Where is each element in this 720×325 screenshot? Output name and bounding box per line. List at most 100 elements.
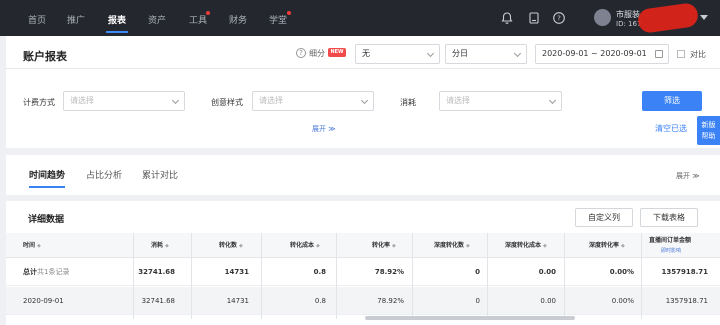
top-navigation-bar: 首页 推广 报表 资产 工具 财务 学堂 ? 市服装 ID: 167 <box>0 0 720 36</box>
clear-selection-link[interactable]: 清空已选 <box>655 123 687 134</box>
bell-icon[interactable] <box>500 11 514 25</box>
live-amount-subtitle: 即时影响 <box>661 248 682 254</box>
cell-deep-conversion-cost: 0.00 <box>538 268 556 276</box>
cell-conversion-rate: 78.92% <box>377 297 404 305</box>
nav-promotion[interactable]: 推广 <box>67 13 85 26</box>
page-title: 账户报表 <box>23 50 67 63</box>
cell-deep-conversions: 0 <box>475 297 480 305</box>
chevron-down-icon <box>171 96 180 105</box>
table-header-row: 时间 ◆ 消耗 ◆ 转化数 ◆ 转化成本 ◆ 转化率 ◆ 深度转化数 ◆ 深度转化成本 ◆ 深… <box>6 233 720 258</box>
detail-data-table: 时间 ◆ 消耗 ◆ 转化数 ◆ 转化成本 ◆ 转化率 ◆ 深度转化数 ◆ 深度转化成本 ◆ 深… <box>6 233 720 319</box>
horizontal-scrollbar[interactable] <box>365 316 575 320</box>
account-name: 市服装 <box>616 10 640 19</box>
spend-label: 消耗 <box>400 98 416 107</box>
column-header-conversion-rate[interactable]: 转化率 ◆ <box>372 233 396 257</box>
cell-conversion-rate: 78.92% <box>374 268 404 276</box>
chevron-down-icon <box>360 96 369 105</box>
nav-academy[interactable]: 学堂 <box>269 13 287 26</box>
segment-label: 细分 <box>309 49 325 58</box>
cell-spend: 32741.68 <box>141 297 175 305</box>
header-divider <box>6 68 720 69</box>
column-divider <box>412 233 413 319</box>
column-divider <box>261 233 262 319</box>
nav-assets[interactable]: 资产 <box>148 13 166 26</box>
cell-live-order-amount: 1357918.71 <box>665 297 708 305</box>
cell-deep-conversion-rate: 0.00% <box>609 268 634 276</box>
column-header-spend[interactable]: 消耗 ◆ <box>151 233 169 257</box>
column-divider <box>564 233 565 319</box>
filter-button[interactable]: 筛选 <box>642 91 702 111</box>
nav-reports[interactable]: 报表 <box>108 13 126 26</box>
tools-notification-dot <box>206 11 210 15</box>
help-icon[interactable]: ? <box>552 11 566 25</box>
floating-help-tab[interactable]: 新版 帮助 <box>697 116 720 145</box>
granularity-select-value: 分日 <box>452 49 468 58</box>
segment-select-value: 无 <box>362 49 370 58</box>
creative-label: 创意样式 <box>211 98 243 107</box>
chevron-down-icon <box>548 96 557 105</box>
detail-data-title: 详细数据 <box>28 215 65 225</box>
table-row: 2020-09-01 32741.68 14731 0.8 78.92% 0 0… <box>6 287 720 315</box>
compare-checkbox[interactable] <box>677 50 685 58</box>
question-icon[interactable]: ? <box>296 48 306 58</box>
chevron-down-icon <box>426 49 435 58</box>
date-range-picker[interactable]: 2020-09-01 ~ 2020-09-01 <box>535 44 669 64</box>
cell-time: 总计共1条记录 <box>23 268 70 276</box>
column-header-conversion-cost[interactable]: 转化成本 ◆ <box>290 233 320 257</box>
segment-select[interactable]: 无 <box>355 44 440 64</box>
floating-tab-line-1: 新版 <box>701 121 716 129</box>
floating-tab-line-2: 帮助 <box>701 132 716 140</box>
billing-select[interactable]: 请选择 <box>63 91 185 111</box>
cell-conversions: 14731 <box>226 297 249 305</box>
cell-deep-conversion-cost: 0.00 <box>540 297 556 305</box>
table-row-total: 总计共1条记录 32741.68 14731 0.8 78.92% 0 0.00… <box>6 258 720 286</box>
chevron-down-icon <box>513 49 522 58</box>
expand-chart-link[interactable]: 展开 ≫ <box>676 171 700 181</box>
cell-conversion-cost: 0.8 <box>314 297 326 305</box>
spend-select[interactable]: 请选择 <box>439 91 562 111</box>
cell-time: 2020-09-01 <box>23 297 64 305</box>
column-header-deep-conversion-rate[interactable]: 深度转化率 ◆ <box>589 233 625 257</box>
column-header-time[interactable]: 时间 ◆ <box>23 233 41 257</box>
column-divider <box>641 233 642 319</box>
redaction-scribble <box>636 1 700 35</box>
cell-conversions: 14731 <box>224 268 249 276</box>
section-separator <box>6 195 720 201</box>
column-header-conversions[interactable]: 转化数 ◆ <box>219 233 243 257</box>
creative-select[interactable]: 请选择 <box>252 91 374 111</box>
granularity-select[interactable]: 分日 <box>445 44 527 64</box>
cell-deep-conversion-rate: 0.00% <box>611 297 634 305</box>
new-badge: NEW <box>328 48 346 57</box>
nav-home[interactable]: 首页 <box>28 13 46 26</box>
tab-cumulative-compare[interactable]: 累计对比 <box>142 168 178 181</box>
column-header-deep-conversion-cost[interactable]: 深度转化成本 ◆ <box>505 233 547 257</box>
date-range-value: 2020-09-01 ~ 2020-09-01 <box>542 49 647 58</box>
column-divider <box>336 233 337 319</box>
column-header-deep-conversions[interactable]: 深度转化数 ◆ <box>434 233 470 257</box>
billing-label: 计费方式 <box>23 98 55 107</box>
download-table-button[interactable]: 下载表格 <box>640 208 698 227</box>
avatar[interactable] <box>594 9 611 26</box>
nav-finance[interactable]: 财务 <box>229 13 247 26</box>
tab-time-trend[interactable]: 时间趋势 <box>29 168 65 181</box>
custom-columns-button[interactable]: 自定义列 <box>575 208 633 227</box>
cell-deep-conversions: 0 <box>475 268 480 276</box>
column-header-live-order-amount[interactable]: 直播间订单金额 即时影响 <box>649 236 691 260</box>
calendar-icon <box>655 50 663 58</box>
nav-active-indicator <box>106 31 128 33</box>
cell-conversion-cost: 0.8 <box>313 268 326 276</box>
cell-spend: 32741.68 <box>138 268 175 276</box>
spend-placeholder: 请选择 <box>446 96 470 105</box>
column-divider <box>487 233 488 319</box>
live-amount-title: 直播间订单金额 <box>649 237 692 244</box>
tab-active-indicator <box>29 186 65 188</box>
account-dropdown-caret[interactable] <box>700 15 708 20</box>
nav-tools[interactable]: 工具 <box>189 13 207 26</box>
document-icon[interactable] <box>527 11 541 25</box>
creative-placeholder: 请选择 <box>259 96 283 105</box>
expand-filters-link[interactable]: 展开 ≫ <box>312 124 336 134</box>
tab-share-analysis[interactable]: 占比分析 <box>86 168 122 181</box>
column-divider <box>191 233 192 319</box>
academy-notification-dot <box>287 11 291 15</box>
compare-label: 对比 <box>690 50 706 59</box>
